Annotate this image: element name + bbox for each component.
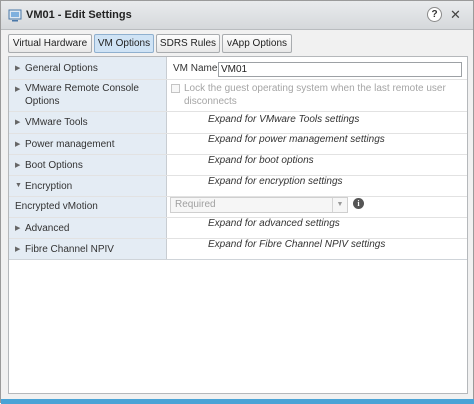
general-options-label[interactable]: General Options (25, 63, 98, 75)
fibre-channel-npiv-label[interactable]: Fibre Channel NPIV (25, 244, 114, 256)
row-advanced: ▶ Advanced Expand for advanced settings (9, 218, 467, 238)
expand-arrow-icon[interactable]: ▶ (15, 118, 20, 126)
tab-sdrs-rules[interactable]: SDRS Rules (156, 34, 220, 53)
boot-options-label[interactable]: Boot Options (25, 160, 83, 172)
vm-name-input[interactable]: VM01 (218, 62, 462, 77)
power-management-hint: Expand for power management settings (208, 134, 385, 145)
encryption-hint: Expand for encryption settings (208, 176, 343, 187)
encrypted-vmotion-label: Encrypted vMotion (15, 201, 98, 212)
vm-options-panel: ▶ General Options VM Name: VM01 ▶ VMware… (8, 56, 468, 394)
row-vmware-tools: ▶ VMware Tools Expand for VMware Tools s… (9, 112, 467, 132)
power-management-label[interactable]: Power management (25, 139, 115, 151)
expand-arrow-icon[interactable]: ▶ (15, 224, 20, 232)
lock-guest-text-line1: Lock the guest operating system when the… (184, 83, 446, 94)
title-bar: VM01 - Edit Settings ? ✕ (1, 1, 473, 30)
advanced-label[interactable]: Advanced (25, 223, 69, 235)
row-fibre-channel-npiv: ▶ Fibre Channel NPIV Expand for Fibre Ch… (9, 239, 467, 259)
remote-console-label-line1[interactable]: VMware Remote Console (25, 83, 139, 95)
expand-arrow-icon[interactable]: ▶ (15, 245, 20, 253)
row-boot-options: ▶ Boot Options Expand for boot options (9, 155, 467, 175)
row-power-management: ▶ Power management Expand for power mana… (9, 134, 467, 154)
tab-vm-options[interactable]: VM Options (94, 34, 154, 53)
dropdown-caret-icon[interactable]: ▼ (332, 198, 347, 212)
info-icon[interactable]: i (353, 198, 364, 209)
expand-arrow-icon[interactable]: ▶ (15, 140, 20, 148)
row-general-options: ▶ General Options VM Name: VM01 (9, 57, 467, 79)
encrypted-vmotion-select[interactable]: Required ▼ (170, 197, 348, 213)
expand-arrow-icon[interactable]: ▶ (15, 161, 20, 169)
virtual-machine-icon (8, 9, 22, 22)
help-button[interactable]: ? (427, 7, 442, 22)
collapse-arrow-icon[interactable]: ▼ (15, 182, 22, 189)
vm-name-label: VM Name: (173, 63, 221, 74)
boot-options-hint: Expand for boot options (208, 155, 314, 166)
expand-arrow-icon[interactable]: ▶ (15, 85, 20, 93)
advanced-hint: Expand for advanced settings (208, 218, 340, 229)
dialog-title: VM01 - Edit Settings (26, 9, 132, 21)
tab-vapp-options[interactable]: vApp Options (222, 34, 292, 53)
accent-bar (1, 399, 474, 404)
remote-console-label-line2[interactable]: Options (25, 96, 59, 108)
vmware-tools-label[interactable]: VMware Tools (25, 117, 88, 129)
close-button[interactable]: ✕ (448, 7, 463, 22)
tab-virtual-hardware[interactable]: Virtual Hardware (8, 34, 92, 53)
encrypted-vmotion-value: Required (175, 199, 216, 210)
row-remote-console-options: ▶ VMware Remote Console Options Lock the… (9, 80, 467, 110)
vmware-tools-hint: Expand for VMware Tools settings (208, 114, 360, 125)
row-divider (9, 259, 467, 260)
lock-guest-checkbox[interactable] (171, 84, 180, 93)
row-encryption: ▼ Encryption Expand for encryption setti… (9, 176, 467, 196)
fibre-channel-npiv-hint: Expand for Fibre Channel NPIV settings (208, 239, 386, 250)
edit-settings-dialog: VM01 - Edit Settings ? ✕ Virtual Hardwar… (0, 0, 474, 404)
encryption-label[interactable]: Encryption (25, 181, 72, 193)
lock-guest-text-line2: disconnects (184, 96, 237, 107)
expand-arrow-icon[interactable]: ▶ (15, 64, 20, 72)
